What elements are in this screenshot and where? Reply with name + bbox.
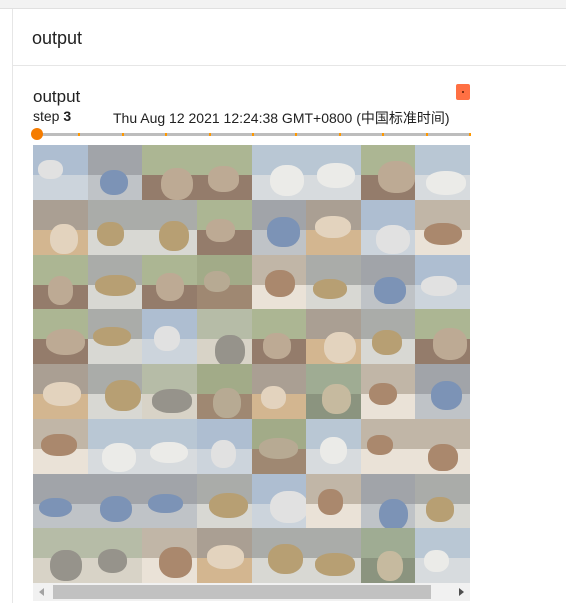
dog-thumbnail [306,473,361,529]
ship-thumbnail [251,145,307,200]
slider-tick [78,133,81,136]
deer-thumbnail [196,254,252,310]
scroll-left-arrow-icon[interactable] [33,583,51,601]
horse-thumbnail [360,145,416,200]
ship-thumbnail [142,418,197,474]
slider-tick [338,133,341,136]
horse-thumbnail [142,145,197,200]
dog-thumbnail [360,418,416,474]
frog-thumbnail [360,528,416,583]
slider-tick [121,133,124,136]
truck-thumbnail [196,473,252,529]
cat-thumbnail [33,199,88,255]
airplane-thumbnail [415,254,470,310]
airplane-thumbnail [360,199,416,255]
step-label: step [33,108,60,124]
card-header[interactable]: output [13,9,566,66]
car-thumbnail [251,199,307,255]
car-thumbnail [33,473,88,529]
airplane-thumbnail [251,473,307,529]
bird-thumbnail [87,528,143,583]
car-thumbnail [87,145,143,200]
step-indicator: step 3 [33,108,71,124]
slider-tick [425,133,428,136]
truck-thumbnail [251,528,307,583]
scrollbar-thumb[interactable] [53,585,431,599]
horse-thumbnail [142,254,197,310]
truck-thumbnail [87,309,143,364]
cat-thumbnail [196,528,252,583]
airplane-thumbnail [196,418,252,474]
bird-thumbnail [196,309,252,364]
dog-thumbnail [415,199,470,255]
deer-thumbnail [251,418,307,474]
dog-thumbnail [415,418,470,474]
dog-thumbnail [360,364,416,419]
ship-thumbnail [87,418,143,474]
dog-thumbnail [142,528,197,583]
ship-thumbnail [415,145,470,200]
bird-thumbnail [33,528,88,583]
car-thumbnail [142,473,197,529]
timestamp: Thu Aug 12 2021 12:24:38 GMT+0800 (中国标准时… [113,110,450,126]
airplane-thumbnail [142,309,197,364]
truck-thumbnail [415,473,470,529]
image-grid [33,145,470,583]
horse-thumbnail [33,254,88,310]
horse-thumbnail [33,309,88,364]
run-color-badge[interactable] [456,84,470,100]
cat-thumbnail [33,364,88,419]
horse-thumbnail [196,145,252,200]
horizontal-scrollbar[interactable] [33,583,470,601]
airplane-thumbnail [33,145,88,200]
slider-tick [469,133,471,136]
slider-tick [165,133,168,136]
top-strip [0,0,566,9]
car-thumbnail [87,473,143,529]
car-thumbnail [360,473,416,529]
card-title: output [32,28,83,48]
frog-thumbnail [306,364,361,419]
truck-thumbnail [87,254,143,310]
truck-thumbnail [87,199,143,255]
slider-tick [382,133,385,136]
car-thumbnail [415,364,470,419]
car-thumbnail [360,254,416,310]
cat-thumbnail [306,309,361,364]
cat-thumbnail [251,364,307,419]
ship-thumbnail [415,528,470,583]
horse-thumbnail [196,199,252,255]
scroll-right-arrow-icon[interactable] [452,583,470,601]
slider-tick [252,133,254,136]
horse-thumbnail [251,309,307,364]
slider-tick [208,133,211,136]
cat-thumbnail [306,199,361,255]
ship-thumbnail [306,418,361,474]
slider-tick [295,133,298,136]
truck-thumbnail [87,364,143,419]
deer-thumbnail [196,364,252,419]
truck-thumbnail [306,254,361,310]
dog-thumbnail [251,254,307,310]
bird-thumbnail [142,364,197,419]
truck-thumbnail [306,528,361,583]
horse-thumbnail [415,309,470,364]
dog-thumbnail [33,418,88,474]
ship-thumbnail [306,145,361,200]
run-title: output [33,87,81,106]
truck-thumbnail [360,309,416,364]
truck-thumbnail [142,199,197,255]
step-value: 3 [63,108,72,124]
step-slider-thumb[interactable] [31,128,43,140]
